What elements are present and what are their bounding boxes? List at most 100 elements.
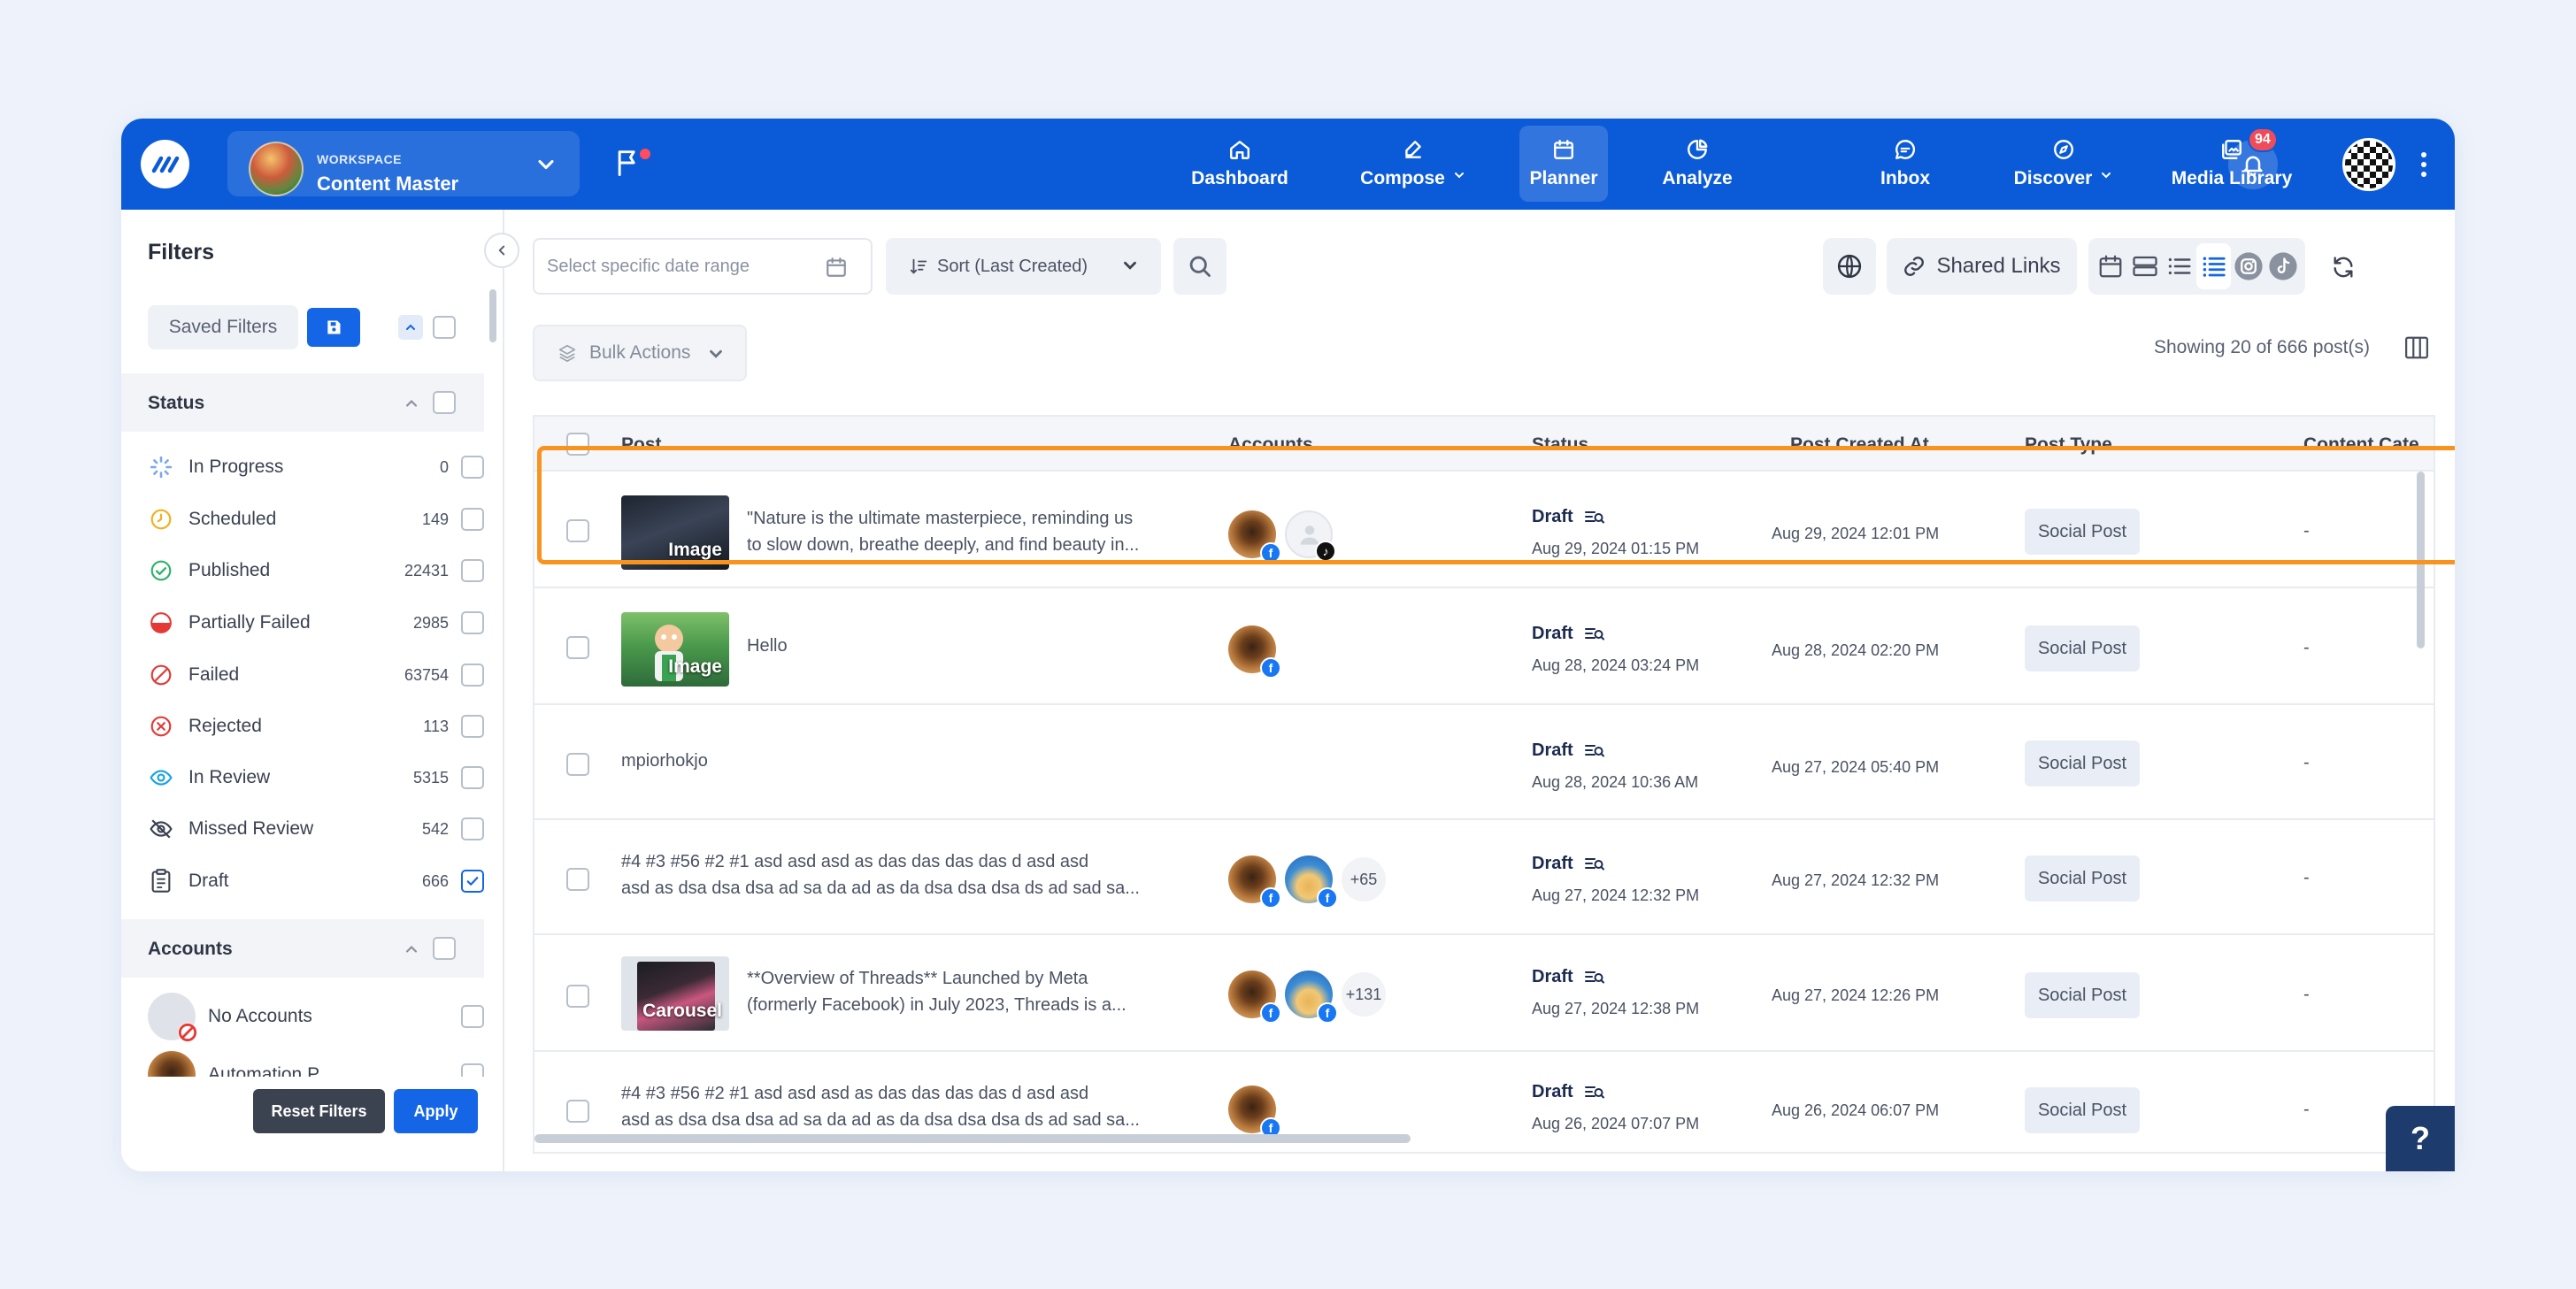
user-avatar[interactable] xyxy=(2342,138,2395,191)
flag-icon[interactable] xyxy=(615,149,650,180)
column-header-post-type[interactable]: Post Type xyxy=(2025,434,2112,456)
post-thumbnail[interactable]: Image xyxy=(621,495,729,570)
accounts-section-checkbox[interactable] xyxy=(433,937,456,960)
collapse-all-button[interactable] xyxy=(398,315,423,340)
status-section-checkbox[interactable] xyxy=(433,391,456,414)
preview-list-icon[interactable] xyxy=(1584,855,1605,873)
apply-filters-button[interactable]: Apply xyxy=(394,1089,478,1133)
avatar[interactable]: f xyxy=(1228,855,1281,909)
status-filter-scheduled[interactable]: Scheduled 149 xyxy=(148,502,484,537)
column-header-created-at[interactable]: Post Created At xyxy=(1790,434,1929,456)
status-filter-draft[interactable]: Draft 666 xyxy=(148,863,484,899)
app-logo[interactable] xyxy=(141,140,189,188)
avatar[interactable]: f xyxy=(1228,971,1281,1024)
table-row[interactable]: Image "Nature is the ultimate masterpiec… xyxy=(534,473,2434,588)
table-row[interactable]: Image Hello f Draft Aug 28, 2024 03:24 P… xyxy=(534,590,2434,705)
post-text[interactable]: #4 #3 #56 #2 #1 asd asd asd as das das d… xyxy=(621,1080,1152,1133)
avatar[interactable]: f xyxy=(1228,1086,1281,1139)
instagram-grid-button[interactable] xyxy=(2231,243,2265,289)
status-checkbox[interactable] xyxy=(461,664,484,687)
preview-list-icon[interactable] xyxy=(1584,969,1605,986)
status-filter-published[interactable]: Published 22431 xyxy=(148,553,484,588)
row-checkbox[interactable] xyxy=(566,519,589,542)
account-checkbox[interactable] xyxy=(461,1063,484,1077)
account-filter-no-accounts[interactable]: No Accounts xyxy=(148,990,484,1043)
post-thumbnail[interactable]: Carousel xyxy=(621,956,729,1031)
status-filter-missed-review[interactable]: Missed Review 542 xyxy=(148,811,484,847)
chevron-up-icon[interactable] xyxy=(403,940,420,958)
status-checkbox[interactable] xyxy=(461,508,484,531)
help-button[interactable]: ? xyxy=(2386,1106,2455,1171)
avatar[interactable]: f xyxy=(1285,971,1338,1024)
preview-list-icon[interactable] xyxy=(1584,625,1605,643)
preview-list-icon[interactable] xyxy=(1584,509,1605,526)
workspace-switcher[interactable]: WORKSPACE Content Master xyxy=(227,131,580,196)
nav-dashboard[interactable]: Dashboard xyxy=(1191,126,1288,202)
row-checkbox[interactable] xyxy=(566,1100,589,1123)
feed-view-button[interactable] xyxy=(2128,243,2163,289)
nav-compose[interactable]: Compose xyxy=(1351,126,1475,202)
status-filter-failed[interactable]: Failed 63754 xyxy=(148,657,484,693)
status-checkbox[interactable] xyxy=(461,766,484,789)
preview-list-icon[interactable] xyxy=(1584,742,1605,760)
calendar-view-button[interactable] xyxy=(2094,243,2128,289)
chevron-up-icon[interactable] xyxy=(403,395,420,412)
select-all-posts-checkbox[interactable] xyxy=(566,433,589,456)
post-thumbnail[interactable]: Image xyxy=(621,612,729,687)
status-section-header[interactable]: Status xyxy=(121,373,484,432)
collapse-sidebar-button[interactable] xyxy=(484,233,519,268)
post-text[interactable]: **Overview of Threads** Launched by Meta… xyxy=(747,965,1163,1018)
status-filter-in-review[interactable]: In Review 5315 xyxy=(148,760,484,795)
table-row[interactable]: #4 #3 #56 #2 #1 asd asd asd as das das d… xyxy=(534,822,2434,935)
tiktok-grid-button[interactable] xyxy=(2265,243,2300,289)
accounts-section-header[interactable]: Accounts xyxy=(121,919,484,978)
column-header-content-category[interactable]: Content Cate xyxy=(2303,434,2419,456)
status-checkbox[interactable] xyxy=(461,715,484,738)
post-text[interactable]: mpiorhokjo xyxy=(621,748,1037,774)
account-checkbox[interactable] xyxy=(461,1005,484,1028)
post-text[interactable]: Hello xyxy=(747,633,1163,659)
status-filter-partially-failed[interactable]: Partially Failed 2985 xyxy=(148,605,484,641)
status-filter-rejected[interactable]: Rejected 113 xyxy=(148,709,484,744)
more-accounts-count[interactable]: +131 xyxy=(1342,972,1386,1017)
column-header-accounts[interactable]: Accounts xyxy=(1228,434,1313,456)
table-horizontal-scrollbar[interactable] xyxy=(534,1134,1411,1143)
avatar[interactable]: f xyxy=(1228,510,1281,564)
row-checkbox[interactable] xyxy=(566,636,589,659)
refresh-button[interactable] xyxy=(2321,245,2365,289)
table-row[interactable]: mpiorhokjo Draft Aug 28, 2024 10:36 AM A… xyxy=(534,707,2434,820)
status-filter-in-progress[interactable]: In Progress 0 xyxy=(148,449,484,485)
more-accounts-count[interactable]: +65 xyxy=(1342,857,1386,902)
select-all-filters-checkbox[interactable] xyxy=(433,316,456,339)
shared-links-button[interactable]: Shared Links xyxy=(1887,238,2077,295)
nav-discover[interactable]: Discover xyxy=(2006,126,2121,202)
row-checkbox[interactable] xyxy=(566,985,589,1008)
row-checkbox[interactable] xyxy=(566,753,589,776)
avatar[interactable]: f xyxy=(1285,855,1338,909)
sidebar-scrollbar[interactable] xyxy=(489,289,496,342)
avatar[interactable]: f xyxy=(1228,625,1281,679)
table-vertical-scrollbar[interactable] xyxy=(2417,472,2425,648)
table-view-button[interactable] xyxy=(2196,243,2232,289)
list-view-button[interactable] xyxy=(2163,243,2197,289)
table-row[interactable]: Carousel **Overview of Threads** Launche… xyxy=(534,937,2434,1052)
nav-planner[interactable]: Planner xyxy=(1519,126,1608,202)
status-checkbox[interactable] xyxy=(461,456,484,479)
saved-filters-dropdown[interactable]: Saved Filters xyxy=(148,305,298,349)
status-checkbox[interactable] xyxy=(461,611,484,634)
column-header-post[interactable]: Post xyxy=(621,434,662,456)
reset-filters-button[interactable]: Reset Filters xyxy=(253,1089,385,1133)
avatar[interactable]: ♪ xyxy=(1285,510,1336,562)
more-menu-icon[interactable] xyxy=(2420,152,2427,177)
nav-analyze[interactable]: Analyze xyxy=(1653,126,1742,202)
post-text[interactable]: "Nature is the ultimate masterpiece, rem… xyxy=(747,505,1163,558)
status-checkbox[interactable] xyxy=(461,817,484,840)
preview-list-icon[interactable] xyxy=(1584,1084,1605,1101)
save-filter-button[interactable] xyxy=(307,308,360,347)
nav-inbox[interactable]: Inbox xyxy=(1870,126,1941,202)
columns-toggle-button[interactable] xyxy=(2401,332,2433,364)
search-button[interactable] xyxy=(1173,238,1226,295)
date-range-input[interactable]: Select specific date range xyxy=(533,238,873,295)
post-text[interactable]: #4 #3 #56 #2 #1 asd asd asd as das das d… xyxy=(621,848,1152,902)
timezone-button[interactable] xyxy=(1823,238,1876,295)
